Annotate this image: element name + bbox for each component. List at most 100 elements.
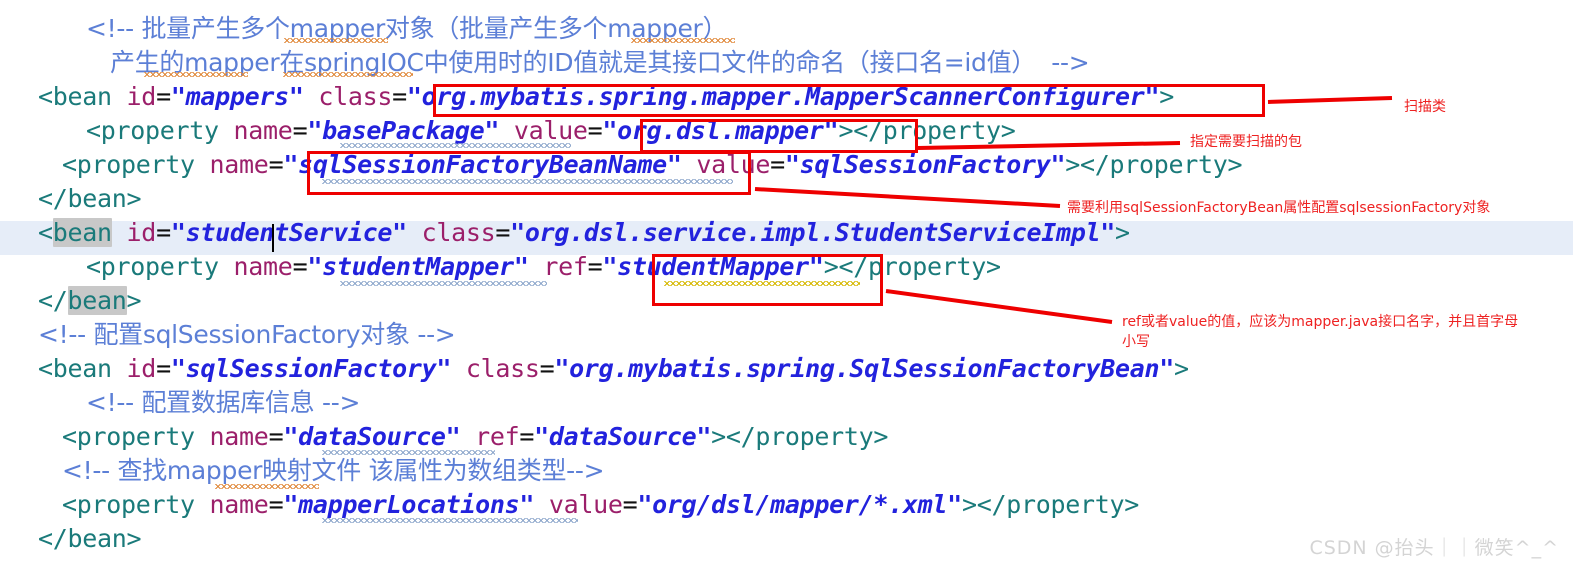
- code-token: <!-- 配置sqlSessionFactory对象 -->: [38, 320, 456, 349]
- code-token: property: [76, 490, 195, 519]
- code-token: name: [209, 150, 269, 179]
- code-token: "basePackage": [307, 116, 500, 145]
- code-editor[interactable]: <!-- 批量产生多个mapper对象（批量产生多个mapper） 产生的mapp…: [0, 0, 1573, 570]
- code-token: "studentMapper": [602, 252, 824, 281]
- code-token: ></property>: [711, 422, 889, 451]
- code-token: =: [292, 116, 308, 145]
- code-token: <: [38, 354, 53, 383]
- code-token: =: [292, 252, 308, 281]
- code-line[interactable]: <!-- 查找mapper映射文件 该属性为数组类型-->: [0, 454, 1573, 488]
- code-line[interactable]: </bean>: [0, 284, 1573, 318]
- code-token: <!-- 查找mapper映射文件 该属性为数组类型-->: [62, 456, 605, 485]
- code-token: property: [76, 422, 195, 451]
- code-token: value: [548, 490, 623, 519]
- code-token: <: [86, 252, 101, 281]
- code-token: "mappers": [170, 82, 304, 111]
- code-token: ref: [543, 252, 588, 281]
- code-token: id: [126, 82, 157, 111]
- spellcheck-squiggle: [340, 143, 571, 148]
- code-token: "dataSource": [283, 422, 461, 451]
- code-line[interactable]: <bean id="mappers" class="org.mybatis.sp…: [0, 80, 1573, 114]
- code-token: =: [268, 150, 284, 179]
- code-token: </: [38, 286, 68, 315]
- code-token: value: [696, 150, 771, 179]
- code-token: id: [126, 218, 157, 247]
- code-line[interactable]: <!-- 配置sqlSessionFactory对象 -->: [0, 318, 1573, 352]
- code-token: name: [233, 252, 293, 281]
- code-token: >: [126, 524, 142, 553]
- code-token: "org.mybatis.spring.mapper.MapperScanner…: [406, 82, 1160, 111]
- code-token: "sqlSessionFactory": [784, 150, 1066, 179]
- code-token: name: [209, 422, 269, 451]
- code-line[interactable]: <!-- 配置数据库信息 -->: [0, 386, 1573, 420]
- code-token: ></property>: [838, 116, 1016, 145]
- code-token: "org.dsl.mapper": [602, 116, 839, 145]
- code-token: =: [268, 422, 284, 451]
- spellcheck-squiggle: [322, 518, 578, 523]
- code-token: =: [495, 218, 511, 247]
- code-token: "mapperLocations": [283, 490, 535, 519]
- code-token: >: [1114, 218, 1130, 247]
- code-token: "dataSource": [534, 422, 712, 451]
- code-token: <: [38, 82, 53, 111]
- code-token: bean: [67, 184, 127, 213]
- code-token: <!-- 配置数据库信息 -->: [86, 388, 361, 417]
- spellcheck-squiggle: [664, 281, 860, 286]
- code-token: value: [513, 116, 588, 145]
- code-token: ></property>: [823, 252, 1001, 281]
- code-line[interactable]: <property name="dataSource" ref="dataSou…: [0, 420, 1573, 454]
- code-token: =: [539, 354, 555, 383]
- code-token: >: [1173, 354, 1189, 383]
- code-line[interactable]: <property name="mapperLocations" value="…: [0, 488, 1573, 522]
- code-token: =: [268, 490, 284, 519]
- code-token: =: [156, 218, 171, 247]
- spellcheck-squiggle: [283, 72, 413, 77]
- code-token: =: [587, 252, 603, 281]
- spellcheck-squiggle: [340, 281, 547, 286]
- text-caret: [272, 224, 274, 252]
- code-line[interactable]: <!-- 批量产生多个mapper对象（批量产生多个mapper）: [0, 12, 1573, 46]
- code-token: name: [233, 116, 293, 145]
- code-token: <: [62, 422, 77, 451]
- code-token: "sqlSessionFactoryBeanName": [283, 150, 682, 179]
- spellcheck-squiggle: [322, 450, 495, 455]
- code-line[interactable]: <bean id="sqlSessionFactory" class="org.…: [0, 352, 1573, 386]
- code-token: "studentMapper": [307, 252, 529, 281]
- code-line[interactable]: <property name="basePackage" value="org.…: [0, 114, 1573, 148]
- code-token: bean: [67, 286, 127, 315]
- code-token: property: [76, 150, 195, 179]
- code-line[interactable]: <property name="sqlSessionFactoryBeanNam…: [0, 148, 1573, 182]
- code-token: "sqlSessionFactory": [170, 354, 452, 383]
- code-token: <: [62, 150, 77, 179]
- spellcheck-squiggle: [284, 38, 388, 43]
- spellcheck-squiggle: [215, 484, 319, 489]
- code-token: property: [100, 252, 219, 281]
- code-token: <: [38, 218, 53, 247]
- code-line[interactable]: <property name="studentMapper" ref="stud…: [0, 250, 1573, 284]
- code-token: "org.dsl.service.impl.StudentServiceImpl…: [510, 218, 1115, 247]
- code-token: bean: [52, 354, 112, 383]
- code-token: property: [100, 116, 219, 145]
- code-token: class: [465, 354, 540, 383]
- code-token: ></property>: [1065, 150, 1243, 179]
- code-line[interactable]: </bean>: [0, 182, 1573, 216]
- code-token: bean: [67, 524, 127, 553]
- spellcheck-squiggle: [631, 38, 735, 43]
- code-line[interactable]: <bean id="studentService" class="org.dsl…: [0, 216, 1573, 250]
- code-token: bean: [52, 82, 112, 111]
- spellcheck-squiggle: [322, 179, 733, 184]
- code-token: name: [209, 490, 269, 519]
- code-token: class: [318, 82, 393, 111]
- code-token: >: [1159, 82, 1174, 111]
- code-token: =: [770, 150, 785, 179]
